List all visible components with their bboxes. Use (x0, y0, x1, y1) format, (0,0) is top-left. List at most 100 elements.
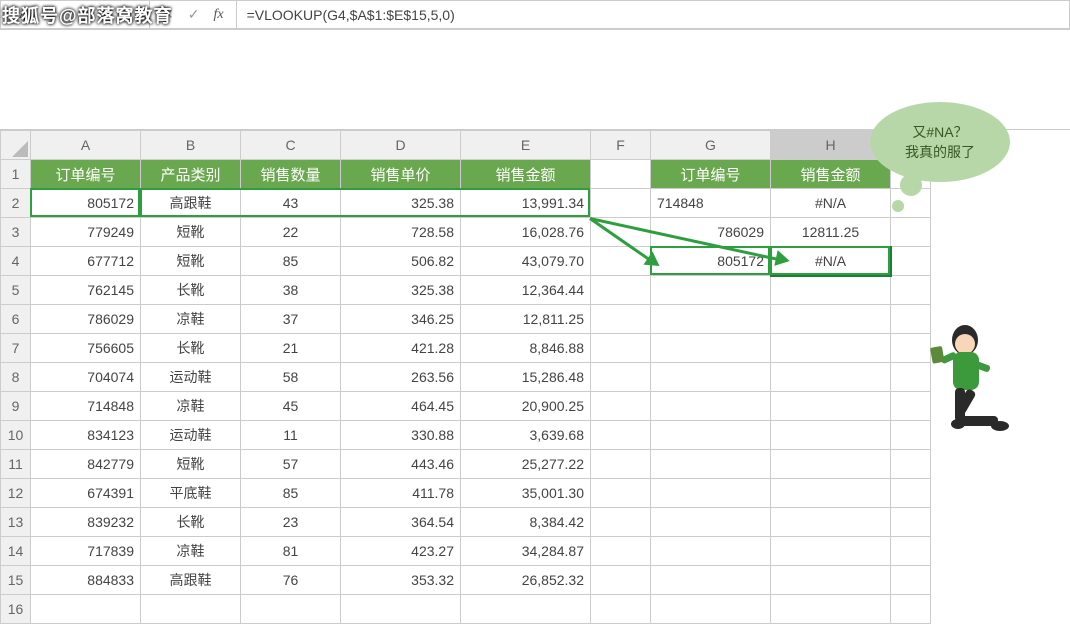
confirm-icon[interactable]: ✓ (188, 6, 200, 23)
cell-C13[interactable]: 23 (241, 508, 341, 537)
cell-F5[interactable] (591, 276, 651, 305)
cell-G7[interactable] (651, 334, 771, 363)
cell-H1[interactable]: 销售金额 (771, 160, 891, 189)
cell-D13[interactable]: 364.54 (341, 508, 461, 537)
cell-D8[interactable]: 263.56 (341, 363, 461, 392)
cell-C5[interactable]: 38 (241, 276, 341, 305)
row-header-6[interactable]: 6 (1, 305, 31, 334)
cell-I12[interactable] (891, 479, 931, 508)
cell-E14[interactable]: 34,284.87 (461, 537, 591, 566)
cell-D10[interactable]: 330.88 (341, 421, 461, 450)
row-header-11[interactable]: 11 (1, 450, 31, 479)
cell-C14[interactable]: 81 (241, 537, 341, 566)
cell-I16[interactable] (891, 595, 931, 624)
cell-H11[interactable] (771, 450, 891, 479)
cell-F14[interactable] (591, 537, 651, 566)
cell-D3[interactable]: 728.58 (341, 218, 461, 247)
cell-A7[interactable]: 756605 (31, 334, 141, 363)
cell-C4[interactable]: 85 (241, 247, 341, 276)
cell-D9[interactable]: 464.45 (341, 392, 461, 421)
cell-B9[interactable]: 凉鞋 (141, 392, 241, 421)
spreadsheet-grid[interactable]: ABCDEFGHI1订单编号产品类别销售数量销售单价销售金额订单编号销售金额28… (0, 130, 931, 624)
cell-E6[interactable]: 12,811.25 (461, 305, 591, 334)
cell-A13[interactable]: 839232 (31, 508, 141, 537)
row-header-13[interactable]: 13 (1, 508, 31, 537)
cell-D4[interactable]: 506.82 (341, 247, 461, 276)
cell-F4[interactable] (591, 247, 651, 276)
cell-F11[interactable] (591, 450, 651, 479)
cell-I3[interactable] (891, 218, 931, 247)
row-header-9[interactable]: 9 (1, 392, 31, 421)
cell-H15[interactable] (771, 566, 891, 595)
cell-H4[interactable]: #N/A (771, 247, 891, 276)
cell-G5[interactable] (651, 276, 771, 305)
cell-D5[interactable]: 325.38 (341, 276, 461, 305)
cell-H2[interactable]: #N/A (771, 189, 891, 218)
cell-I14[interactable] (891, 537, 931, 566)
cell-G4[interactable]: 805172 (651, 247, 771, 276)
row-header-15[interactable]: 15 (1, 566, 31, 595)
cell-B16[interactable] (141, 595, 241, 624)
cell-G11[interactable] (651, 450, 771, 479)
cell-A12[interactable]: 674391 (31, 479, 141, 508)
cell-B7[interactable]: 长靴 (141, 334, 241, 363)
cell-C7[interactable]: 21 (241, 334, 341, 363)
cell-H7[interactable] (771, 334, 891, 363)
row-header-3[interactable]: 3 (1, 218, 31, 247)
cell-F10[interactable] (591, 421, 651, 450)
cell-E10[interactable]: 3,639.68 (461, 421, 591, 450)
cell-B15[interactable]: 高跟鞋 (141, 566, 241, 595)
cell-C3[interactable]: 22 (241, 218, 341, 247)
cell-A8[interactable]: 704074 (31, 363, 141, 392)
cell-A16[interactable] (31, 595, 141, 624)
cell-A10[interactable]: 834123 (31, 421, 141, 450)
cell-G16[interactable] (651, 595, 771, 624)
cell-E12[interactable]: 35,001.30 (461, 479, 591, 508)
cell-F12[interactable] (591, 479, 651, 508)
cell-B13[interactable]: 长靴 (141, 508, 241, 537)
cell-D2[interactable]: 325.38 (341, 189, 461, 218)
row-header-12[interactable]: 12 (1, 479, 31, 508)
cell-D16[interactable] (341, 595, 461, 624)
col-header-F[interactable]: F (591, 131, 651, 160)
col-header-C[interactable]: C (241, 131, 341, 160)
row-header-14[interactable]: 14 (1, 537, 31, 566)
cell-A6[interactable]: 786029 (31, 305, 141, 334)
fx-icon[interactable]: fx (213, 7, 223, 23)
cell-I4[interactable] (891, 247, 931, 276)
cell-A5[interactable]: 762145 (31, 276, 141, 305)
cell-G8[interactable] (651, 363, 771, 392)
cell-F15[interactable] (591, 566, 651, 595)
row-header-1[interactable]: 1 (1, 160, 31, 189)
cell-E4[interactable]: 43,079.70 (461, 247, 591, 276)
row-header-5[interactable]: 5 (1, 276, 31, 305)
cell-B8[interactable]: 运动鞋 (141, 363, 241, 392)
cell-H8[interactable] (771, 363, 891, 392)
cell-E15[interactable]: 26,852.32 (461, 566, 591, 595)
cell-C10[interactable]: 11 (241, 421, 341, 450)
cell-I15[interactable] (891, 566, 931, 595)
cell-E1[interactable]: 销售金额 (461, 160, 591, 189)
cell-H3[interactable]: 12811.25 (771, 218, 891, 247)
cell-H6[interactable] (771, 305, 891, 334)
cell-G3[interactable]: 786029 (651, 218, 771, 247)
cell-G10[interactable] (651, 421, 771, 450)
cell-F1[interactable] (591, 160, 651, 189)
cell-D15[interactable]: 353.32 (341, 566, 461, 595)
cell-H13[interactable] (771, 508, 891, 537)
cell-B1[interactable]: 产品类别 (141, 160, 241, 189)
row-header-16[interactable]: 16 (1, 595, 31, 624)
formula-input[interactable]: =VLOOKUP(G4,$A$1:$E$15,5,0) (237, 0, 1070, 29)
cell-D1[interactable]: 销售单价 (341, 160, 461, 189)
cell-E7[interactable]: 8,846.88 (461, 334, 591, 363)
cell-H10[interactable] (771, 421, 891, 450)
cell-G1[interactable]: 订单编号 (651, 160, 771, 189)
select-all-corner[interactable] (1, 131, 31, 160)
cell-G9[interactable] (651, 392, 771, 421)
cell-G14[interactable] (651, 537, 771, 566)
cell-G12[interactable] (651, 479, 771, 508)
cell-E13[interactable]: 8,384.42 (461, 508, 591, 537)
cell-I5[interactable] (891, 276, 931, 305)
cell-B6[interactable]: 凉鞋 (141, 305, 241, 334)
cell-A9[interactable]: 714848 (31, 392, 141, 421)
